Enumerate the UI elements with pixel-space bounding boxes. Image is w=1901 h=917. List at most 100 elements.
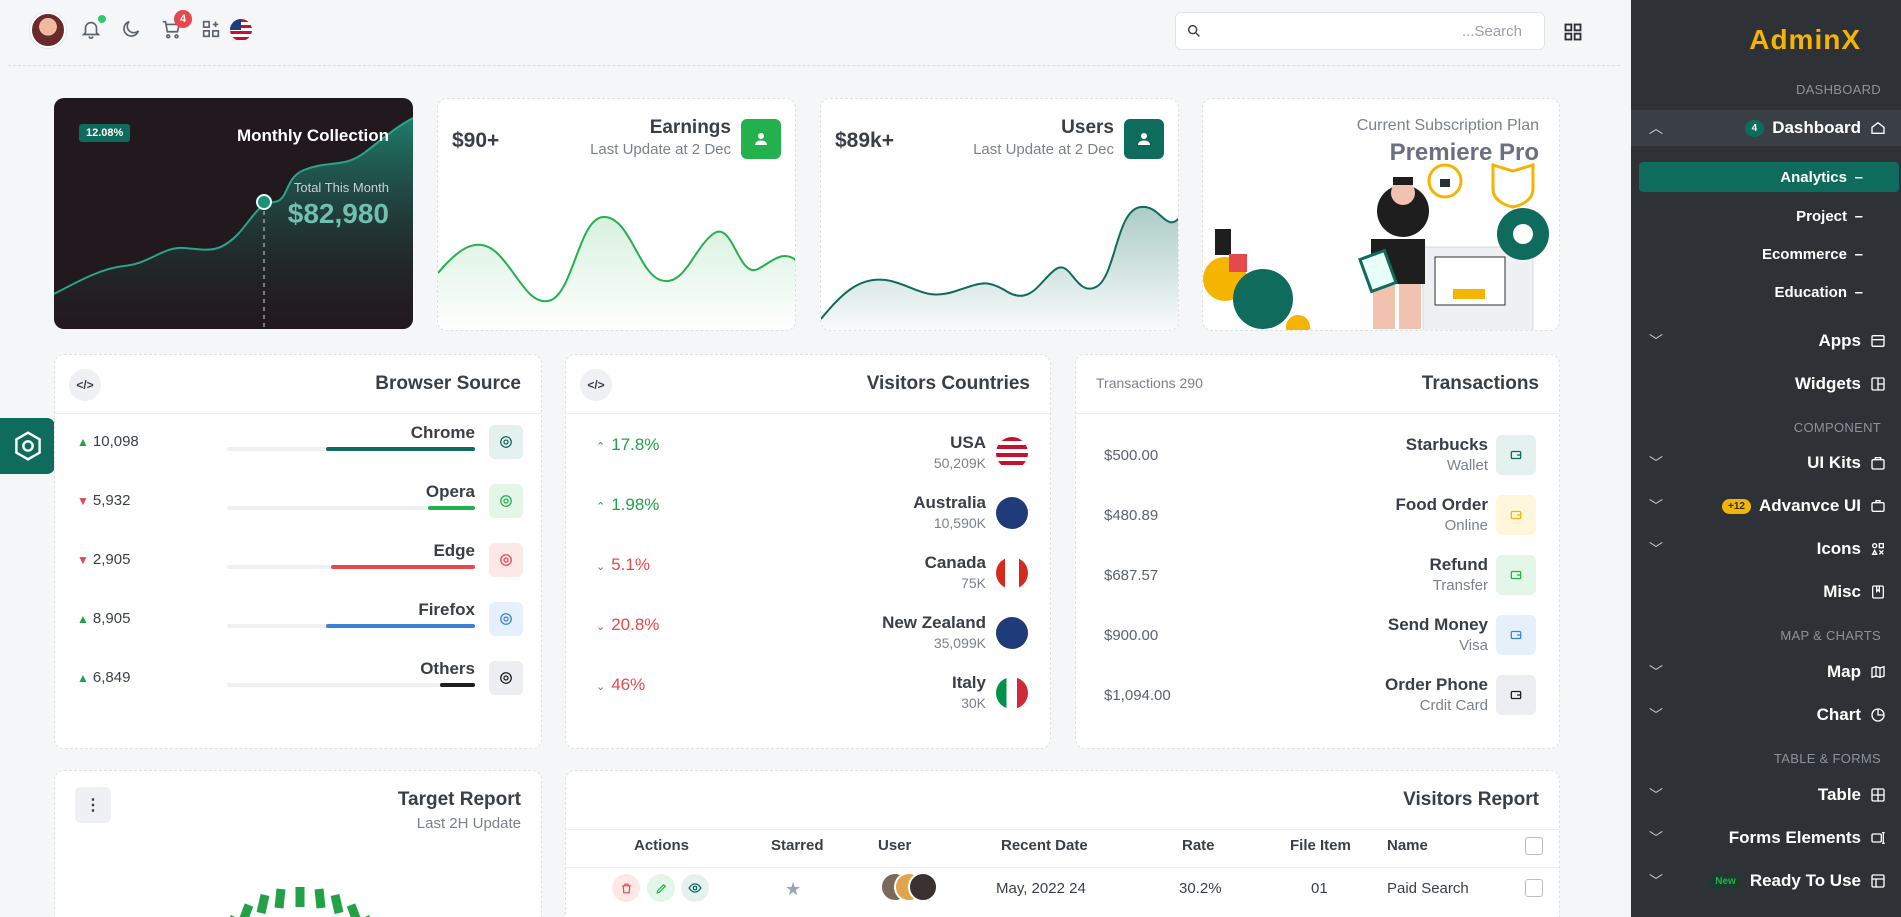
monthly-value: $82,980	[287, 198, 389, 229]
browser-progress-track	[227, 565, 475, 569]
chevron-up-icon: ︿	[1649, 120, 1663, 136]
transaction-row[interactable]: $500.00 Starbucks Wallet	[1076, 431, 1564, 491]
search-input[interactable]	[1210, 13, 1530, 49]
transaction-row[interactable]: $1,094.00 Order Phone Crdit Card	[1076, 671, 1564, 731]
code-toggle-button[interactable]: </>	[69, 369, 101, 401]
edit-action-button[interactable]	[647, 874, 675, 902]
country-visitors: 35,099K	[933, 635, 986, 651]
ui-kits-icon	[1869, 454, 1887, 472]
search-box[interactable]	[1175, 12, 1545, 50]
sidebar-sub-label: Analytics	[1780, 168, 1847, 186]
pie-chart-icon	[1869, 706, 1887, 724]
country-row: ⌄ 5.1% Canada 75K	[566, 551, 1054, 611]
sidebar-item-forms-elements[interactable]: ﹀ Forms Elements	[1631, 820, 1901, 856]
double-chevron-down-icon: ⌄	[596, 681, 606, 693]
ready-icon	[1869, 872, 1887, 890]
layout-grid-icon[interactable]	[1563, 22, 1583, 47]
target-report-title: Target Report	[397, 789, 521, 810]
map-icon	[1869, 663, 1887, 681]
dark-mode-moon-icon[interactable]	[120, 18, 144, 42]
sidebar-item-advanced-ui[interactable]: ﹀ +12 Advanvce UI	[1631, 488, 1901, 524]
apps-grid-icon[interactable]	[200, 18, 224, 42]
dash-icon: –	[1854, 207, 1863, 225]
earnings-title: Earnings	[649, 117, 731, 138]
country-growth: ⌄ 46%	[596, 675, 645, 695]
dashboard-badge: 4	[1744, 119, 1765, 137]
sidebar-sub-ecommerce[interactable]: Ecommerce –	[1639, 239, 1899, 269]
sidebar-sub-label: Education	[1774, 283, 1847, 301]
user-avatar[interactable]	[30, 12, 66, 48]
sidebar-sub-education[interactable]: Education –	[1639, 277, 1899, 307]
us-flag-language-icon[interactable]	[230, 19, 252, 41]
sidebar: AdminX DASHBOARD ︿ 4 Dashboard Analytics…	[1631, 0, 1901, 917]
browser-count: 5,932	[92, 492, 131, 509]
country-growth: ⌃ 17.8%	[596, 435, 659, 455]
chevron-down-icon: ﹀	[1649, 541, 1663, 557]
pencil-icon	[655, 883, 666, 894]
more-options-button[interactable]: ⋮	[75, 787, 111, 823]
sidebar-sub-analytics[interactable]: Analytics –	[1639, 162, 1899, 192]
section-table-forms: TABLE & FORMS	[1774, 751, 1881, 766]
sidebar-item-label: Misc	[1823, 582, 1861, 601]
sidebar-item-chart[interactable]: ﹀ Chart	[1631, 697, 1901, 733]
sidebar-item-label: Icons	[1816, 539, 1861, 558]
col-rate: Rate	[1182, 837, 1215, 854]
sidebar-item-ready-to-use[interactable]: ﹀ New Ready To Use	[1631, 863, 1901, 899]
transaction-name: Food Order	[1395, 495, 1488, 514]
transaction-method: Visa	[1459, 637, 1488, 654]
transaction-name: Send Money	[1387, 615, 1488, 634]
transaction-row[interactable]: $687.57 Refund Transfer	[1076, 551, 1564, 611]
monthly-sub: Total This Month	[293, 180, 389, 195]
browser-value: ▼ 5,932	[77, 492, 130, 509]
country-growth: ⌄ 5.1%	[596, 555, 650, 575]
delete-action-button[interactable]	[612, 874, 640, 902]
transaction-row[interactable]: $480.89 Food Order Online	[1076, 491, 1564, 551]
browser-name: Others	[420, 659, 475, 678]
sidebar-item-map[interactable]: ﹀ Map	[1631, 654, 1901, 690]
country-name: New Zealand	[882, 613, 986, 632]
browser-row: ▲ 8,905 Firefox	[55, 598, 543, 638]
sidebar-item-icons[interactable]: ﹀ Icons	[1631, 531, 1901, 567]
sidebar-item-dashboard[interactable]: ︿ 4 Dashboard	[1631, 110, 1901, 146]
col-starred: Starred	[771, 837, 824, 854]
briefcase-icon	[1869, 497, 1887, 515]
chevron-down-icon: ﹀	[1649, 498, 1663, 514]
star-icon[interactable]: ★	[785, 879, 801, 900]
opera-icon	[489, 484, 523, 518]
visitors-countries-title: Visitors Countries	[866, 373, 1030, 394]
double-chevron-up-icon: ⌃	[596, 441, 606, 453]
trend-up-icon: ▲	[77, 612, 89, 626]
home-icon	[1869, 119, 1887, 137]
trend-down-icon: ▼	[77, 553, 89, 567]
browser-row: ▼ 2,905 Edge	[55, 539, 543, 579]
row-checkbox[interactable]	[1525, 879, 1543, 897]
sidebar-sub-project[interactable]: Project –	[1639, 201, 1899, 231]
file-item-cell: 01	[1311, 880, 1328, 897]
view-action-button[interactable]	[681, 874, 709, 902]
browser-count: 10,098	[92, 433, 139, 450]
app-logo: AdminX	[1749, 24, 1861, 55]
browser-value: ▲ 8,905	[77, 610, 130, 627]
cart-count-badge: 4	[174, 10, 192, 28]
country-pct: 17.8%	[611, 435, 660, 454]
broadcast-icon	[1496, 495, 1536, 535]
browser-row: ▼ 5,932 Opera	[55, 480, 543, 520]
sidebar-item-ui-kits[interactable]: ﹀ UI Kits	[1631, 445, 1901, 481]
browser-value: ▲ 10,098	[77, 433, 139, 450]
transaction-amount: $687.57	[1104, 567, 1159, 584]
browser-progress-track	[227, 683, 475, 687]
settings-float-button[interactable]	[0, 418, 55, 474]
chevron-down-icon: ﹀	[1649, 787, 1663, 803]
sidebar-item-widgets[interactable]: Widgets	[1631, 366, 1901, 402]
transaction-row[interactable]: $900.00 Send Money Visa	[1076, 611, 1564, 671]
bell-icon[interactable]	[80, 18, 104, 42]
sidebar-item-table[interactable]: ﹀ Table	[1631, 777, 1901, 813]
sidebar-sub-label: Ecommerce	[1761, 245, 1847, 263]
header-divider	[566, 829, 1559, 830]
dash-icon: –	[1854, 283, 1863, 301]
sidebar-item-misc[interactable]: Misc	[1631, 574, 1901, 610]
sidebar-item-apps[interactable]: ﹀ Apps	[1631, 323, 1901, 359]
select-all-checkbox[interactable]	[1525, 837, 1543, 855]
visitors-report-title: Visitors Report	[1403, 789, 1539, 810]
code-toggle-button[interactable]: </>	[580, 369, 612, 401]
